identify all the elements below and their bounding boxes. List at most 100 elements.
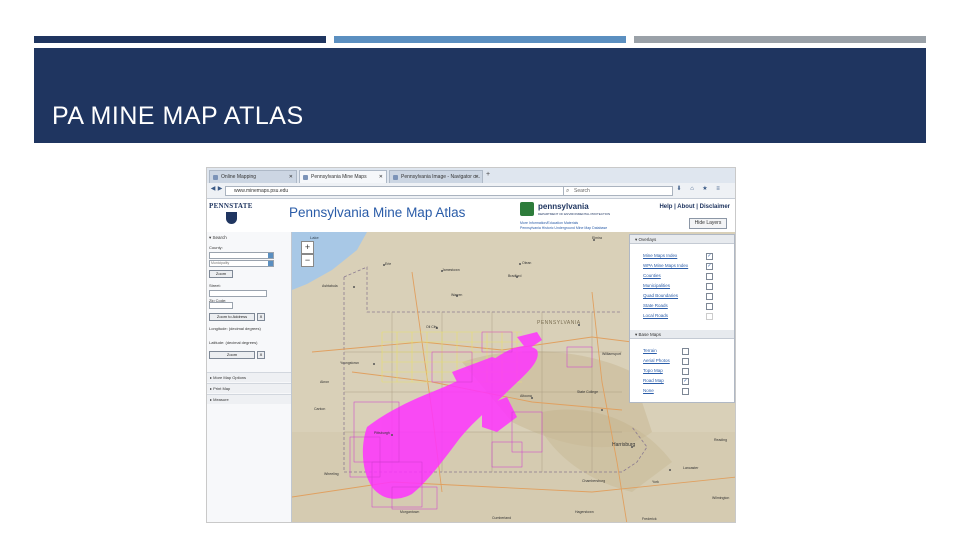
more-map-options[interactable]: ▸ More Map Options [207,372,291,382]
place-label: Wheeling [324,472,339,476]
dep-database-link[interactable]: Pennsylvania Historic Underground Mine M… [520,226,607,230]
favicon-icon [393,175,398,180]
base-terrain[interactable]: Terrain [643,348,657,353]
overlay-municipalities[interactable]: Municipalities [643,283,670,288]
place-label: Williamsport [602,352,622,356]
place-label: York [652,480,659,484]
zoom-button[interactable]: Zoom [209,270,233,278]
place-label: Erie [385,262,392,266]
lake-label: Lake [310,235,319,240]
browser-tab-image-navigator[interactable]: Pennsylvania Image - Navigator o... ✕ [389,170,483,183]
base-aerial[interactable]: Aerial Photos [643,358,670,363]
base-none-checkbox[interactable] [682,388,689,395]
accent-bar-dark [34,36,326,43]
accent-bar-blue [334,36,626,43]
dep-logo[interactable]: pennsylvania DEPARTMENT OF ENVIRONMENTAL… [520,202,640,230]
overlay-municipalities-checkbox[interactable] [706,283,713,290]
street-label: Street: [209,283,221,288]
overlay-mine-maps-index[interactable]: Mine Maps Index [643,253,677,258]
dep-subtitle: DEPARTMENT OF ENVIRONMENTAL PROTECTION [538,212,611,216]
place-label: Ashtabula [322,284,338,288]
browser-nav-bar: ◀ ▶ www.minemaps.psu.edu ⌕ Search ⬇ ⌂ ★ … [207,183,735,199]
search-icon: ⌕ [566,188,570,194]
menu-icon[interactable]: ≡ [714,185,722,194]
home-icon[interactable]: ⌂ [688,185,696,194]
search-section-header[interactable]: ▾ Search [209,235,227,241]
bookmark-icon[interactable]: ★ [701,185,709,194]
measure[interactable]: ▸ Measure [207,394,291,404]
place-label: Canton [314,407,326,411]
base-aerial-checkbox[interactable] [682,358,689,365]
new-tab-button[interactable]: + [486,171,490,178]
place-label: Bradford [508,274,522,278]
close-icon[interactable]: ✕ [379,171,383,183]
overlay-counties-checkbox[interactable] [706,273,713,280]
close-icon[interactable]: ✕ [475,171,479,183]
app-header: PENNSTATE Pennsylvania Mine Map Atlas pe… [207,199,735,233]
base-none[interactable]: None [643,388,654,393]
zoom-in-button[interactable]: + [301,241,314,254]
overlays-header[interactable]: ▾ Overlays [630,235,734,244]
county-select[interactable] [209,252,274,259]
state-label: PENNSYLVANIA [537,320,581,326]
place-label: Youngstown [340,361,359,365]
address-bar[interactable]: www.minemaps.psu.edu [225,186,570,196]
zip-input[interactable] [209,302,233,309]
zoom-out-button[interactable]: − [301,254,314,267]
browser-search-input[interactable]: ⌕ Search [563,186,673,196]
latitude-label: Latitude: (decimal degrees) [209,340,258,345]
place-label: Olean [522,261,532,265]
base-road-map[interactable]: Road Map [643,378,664,383]
overlay-quad-checkbox[interactable] [706,293,713,300]
clear-address-button[interactable]: X [257,313,265,321]
zoom-address-button[interactable]: Zoom to Address [209,313,255,321]
help-link[interactable]: Help [659,204,672,210]
download-icon[interactable]: ⬇ [675,185,683,194]
layers-panel: ▾ Overlays Mine Maps Index ✓ WPA Mine Ma… [629,234,735,403]
overlay-state-roads-checkbox[interactable] [706,303,713,310]
nittany-lion-shield-icon [226,212,237,224]
forward-button[interactable]: ▶ [216,185,224,194]
dep-info-link[interactable]: More Information/Education Materials [520,221,578,225]
print-map[interactable]: ▸ Print Map [207,383,291,393]
accent-bar-gray [634,36,926,43]
place-label: Wilmington [712,496,730,500]
browser-tab-bar: Online Mapping ✕ Pennsylvania Mine Maps … [207,168,735,184]
overlay-mine-maps-index-checkbox[interactable]: ✓ [706,253,713,260]
search-placeholder: Search [574,188,590,194]
base-maps-header[interactable]: ▾ Base Maps [630,330,734,339]
place-label: Oil City [426,325,438,329]
place-label: Morgantown [400,510,420,514]
overlay-local-roads-checkbox[interactable] [706,313,713,320]
hide-layers-button[interactable]: Hide Layers [689,218,727,229]
place-label: Akron [320,380,330,384]
street-input[interactable] [209,290,267,297]
overlay-quad-boundaries[interactable]: Quad Boundaries [643,293,678,298]
place-label: Reading [714,438,728,442]
browser-tab-online-mapping[interactable]: Online Mapping ✕ [209,170,297,183]
overlay-state-roads[interactable]: State Roads [643,303,668,308]
base-road-map-checkbox[interactable]: ✓ [682,378,689,385]
place-label: Pittsburgh [374,431,390,435]
dep-name: pennsylvania [538,202,589,211]
close-icon[interactable]: ✕ [289,171,293,183]
municipality-select[interactable]: Municipality [209,260,274,267]
overlay-wpa-mine-maps-index[interactable]: WPA Mine Maps Index [643,263,688,268]
place-label: Cumberland [492,516,512,520]
clear-coords-button[interactable]: X [257,351,265,359]
overlay-local-roads[interactable]: Local Roads [643,313,668,318]
app-title: Pennsylvania Mine Map Atlas [289,205,466,220]
about-link[interactable]: About [677,204,694,210]
tab-label: Online Mapping [221,174,257,180]
overlay-wpa-checkbox[interactable]: ✓ [706,263,713,270]
place-label: Frederick [642,517,657,521]
link-separator: | [696,204,698,210]
overlay-counties[interactable]: Counties [643,273,661,278]
browser-tab-mine-maps[interactable]: Pennsylvania Mine Maps ✕ [299,170,387,183]
base-terrain-checkbox[interactable] [682,348,689,355]
base-topo[interactable]: Topo Map [643,368,663,373]
zoom-coords-button[interactable]: Zoom [209,351,255,359]
disclaimer-link[interactable]: Disclaimer [700,204,730,210]
base-topo-checkbox[interactable] [682,368,689,375]
place-label: Lancaster [683,466,699,470]
